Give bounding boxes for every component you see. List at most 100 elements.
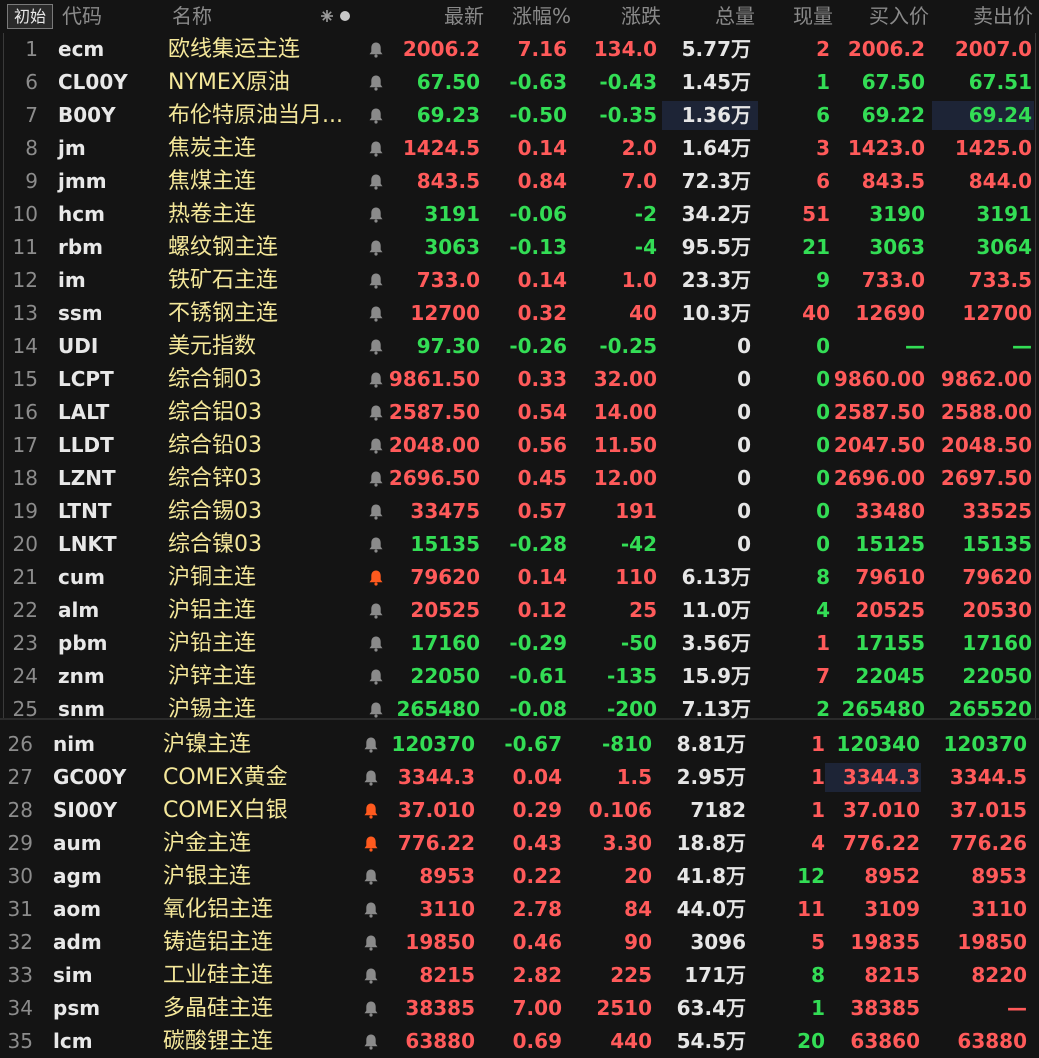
table-row[interactable]: 7 B00Y 布伦特原油当月... 69.23 -0.50 -0.35 1.36万 6 69.… bbox=[0, 99, 1039, 132]
alert-bell-icon[interactable] bbox=[368, 173, 384, 190]
table-row[interactable]: 29 aum 沪金主连 776.22 0.43 3.30 18.8万 4 776.22 776.… bbox=[0, 827, 1039, 860]
table-row[interactable]: 16 LALT 综合铝03 2587.50 0.54 14.00 0 0 2587.50 258… bbox=[0, 396, 1039, 429]
symbol-code: cum bbox=[58, 565, 105, 589]
table-row[interactable]: 31 aom 氧化铝主连 3110 2.78 84 44.0万 11 3109 3110 bbox=[0, 893, 1039, 926]
alert-bell-icon[interactable] bbox=[363, 967, 379, 984]
ask-price: 15135 bbox=[962, 532, 1032, 556]
change-value: 11.50 bbox=[593, 433, 657, 457]
table-row[interactable]: 27 GC00Y COMEX黄金 3344.3 0.04 1.5 2.95万 1 3344.3… bbox=[0, 761, 1039, 794]
ask-price: 12700 bbox=[962, 301, 1032, 325]
col-header-ask[interactable]: 卖出价 bbox=[973, 0, 1033, 33]
table-row[interactable]: 18 LZNT 综合锌03 2696.50 0.45 12.00 0 0 2696.00 269… bbox=[0, 462, 1039, 495]
alert-bell-icon[interactable] bbox=[368, 239, 384, 256]
alert-bell-active-icon[interactable] bbox=[363, 835, 379, 852]
last-price: 69.23 bbox=[416, 103, 480, 127]
table-row[interactable]: 19 LTNT 综合锡03 33475 0.57 191 0 0 33480 33525 bbox=[0, 495, 1039, 528]
alert-bell-icon[interactable] bbox=[368, 503, 384, 520]
alert-bell-icon[interactable] bbox=[363, 769, 379, 786]
symbol-name: 综合铜03 bbox=[168, 367, 262, 392]
alert-bell-icon[interactable] bbox=[368, 74, 384, 91]
alert-bell-icon[interactable] bbox=[363, 1000, 379, 1017]
current-volume: 2 bbox=[816, 697, 830, 721]
alert-bell-active-icon[interactable] bbox=[363, 802, 379, 819]
alert-bell-icon[interactable] bbox=[363, 901, 379, 918]
col-header-bid[interactable]: 买入价 bbox=[869, 0, 929, 33]
alert-bell-icon[interactable] bbox=[368, 140, 384, 157]
current-volume: 9 bbox=[816, 268, 830, 292]
table-row[interactable]: 14 UDI 美元指数 97.30 -0.26 -0.25 0 0 — — bbox=[0, 330, 1039, 363]
alert-bell-icon[interactable] bbox=[368, 404, 384, 421]
reset-columns-button[interactable]: 初始 bbox=[7, 4, 53, 29]
alert-bell-icon[interactable] bbox=[368, 41, 384, 58]
alert-bell-icon[interactable] bbox=[368, 536, 384, 553]
col-header-change[interactable]: 涨跌 bbox=[621, 0, 661, 33]
table-row[interactable]: 22 alm 沪铝主连 20525 0.12 25 11.0万 4 20525 20530 bbox=[0, 594, 1039, 627]
change-value: 32.00 bbox=[593, 367, 657, 391]
table-row[interactable]: 11 rbm 螺纹钢主连 3063 -0.13 -4 95.5万 21 3063 3064 bbox=[0, 231, 1039, 264]
table-row[interactable]: 12 im 铁矿石主连 733.0 0.14 1.0 23.3万 9 733.0 733.5 bbox=[0, 264, 1039, 297]
col-header-current-vol[interactable]: 现量 bbox=[793, 0, 833, 33]
symbol-code: psm bbox=[53, 996, 101, 1020]
table-row[interactable]: 33 sim 工业硅主连 8215 2.82 225 171万 8 8215 8220 bbox=[0, 959, 1039, 992]
alert-bell-icon[interactable] bbox=[368, 668, 384, 685]
ask-price: 733.5 bbox=[968, 268, 1032, 292]
table-row[interactable]: 32 adm 铸造铝主连 19850 0.46 90 3096 5 19835 19850 bbox=[0, 926, 1039, 959]
bid-price: 2006.2 bbox=[847, 37, 925, 61]
alert-bell-icon[interactable] bbox=[363, 868, 379, 885]
symbol-code: aum bbox=[53, 831, 102, 855]
alert-bell-icon[interactable] bbox=[368, 107, 384, 124]
table-row[interactable]: 25 snm 沪锡主连 265480 -0.08 -200 7.13万 2 265480 265… bbox=[0, 693, 1039, 726]
ask-price: 17160 bbox=[962, 631, 1032, 655]
column-settings-icon[interactable] bbox=[320, 6, 356, 26]
table-row[interactable]: 6 CL00Y NYMEX原油 67.50 -0.63 -0.43 1.45万 1 67.50… bbox=[0, 66, 1039, 99]
alert-bell-icon[interactable] bbox=[368, 272, 384, 289]
col-header-pct[interactable]: 涨幅% bbox=[512, 0, 571, 33]
change-value: 40 bbox=[629, 301, 657, 325]
change-value: 2510 bbox=[596, 996, 652, 1020]
table-row[interactable]: 20 LNKT 综合镍03 15135 -0.28 -42 0 0 15125 15135 bbox=[0, 528, 1039, 561]
table-row[interactable]: 10 hcm 热卷主连 3191 -0.06 -2 34.2万 51 3190 3191 bbox=[0, 198, 1039, 231]
col-header-volume[interactable]: 总量 bbox=[715, 0, 755, 33]
table-row[interactable]: 21 cum 沪铜主连 79620 0.14 110 6.13万 8 79610 79620 bbox=[0, 561, 1039, 594]
symbol-code: GC00Y bbox=[53, 765, 127, 789]
table-row[interactable]: 30 agm 沪银主连 8953 0.22 20 41.8万 12 8952 8953 bbox=[0, 860, 1039, 893]
table-row[interactable]: 35 lcm 碳酸锂主连 63880 0.69 440 54.5万 20 63860 63880 bbox=[0, 1025, 1039, 1058]
alert-bell-icon[interactable] bbox=[363, 736, 379, 753]
alert-bell-icon[interactable] bbox=[368, 206, 384, 223]
table-row[interactable]: 1 ecm 欧线集运主连 2006.2 7.16 134.0 5.77万 2 2006.2 20… bbox=[0, 33, 1039, 66]
symbol-code: jm bbox=[58, 136, 86, 160]
table-row[interactable]: 24 znm 沪锌主连 22050 -0.61 -135 15.9万 7 22045 22050 bbox=[0, 660, 1039, 693]
alert-bell-icon[interactable] bbox=[363, 1033, 379, 1050]
col-header-name[interactable]: 名称 bbox=[172, 0, 212, 33]
col-header-code[interactable]: 代码 bbox=[62, 0, 102, 33]
last-price: 20525 bbox=[410, 598, 480, 622]
alert-bell-icon[interactable] bbox=[368, 701, 384, 718]
alert-bell-icon[interactable] bbox=[368, 305, 384, 322]
table-row[interactable]: 13 ssm 不锈钢主连 12700 0.32 40 10.3万 40 12690 12700 bbox=[0, 297, 1039, 330]
current-volume: 8 bbox=[816, 565, 830, 589]
col-header-last[interactable]: 最新 bbox=[444, 0, 484, 33]
alert-bell-icon[interactable] bbox=[368, 371, 384, 388]
alert-bell-icon[interactable] bbox=[368, 602, 384, 619]
ask-price: 33525 bbox=[962, 499, 1032, 523]
table-row[interactable]: 9 jmm 焦煤主连 843.5 0.84 7.0 72.3万 6 843.5 844.0 bbox=[0, 165, 1039, 198]
table-row[interactable]: 26 nim 沪镍主连 120370 -0.67 -810 8.81万 1 120340 120… bbox=[0, 728, 1039, 761]
table-row[interactable]: 8 jm 焦炭主连 1424.5 0.14 2.0 1.64万 3 1423.0 1425.0 bbox=[0, 132, 1039, 165]
alert-bell-icon[interactable] bbox=[368, 437, 384, 454]
alert-bell-icon[interactable] bbox=[368, 338, 384, 355]
table-row[interactable]: 34 psm 多晶硅主连 38385 7.00 2510 63.4万 1 38385 — bbox=[0, 992, 1039, 1025]
change-value: -0.35 bbox=[599, 103, 657, 127]
table-row[interactable]: 23 pbm 沪铅主连 17160 -0.29 -50 3.56万 1 17155 17160 bbox=[0, 627, 1039, 660]
symbol-code: hcm bbox=[58, 202, 105, 226]
total-volume: 10.3万 bbox=[681, 301, 751, 325]
alert-bell-icon[interactable] bbox=[368, 635, 384, 652]
table-row[interactable]: 28 SI00Y COMEX白银 37.010 0.29 0.106 7182 1 37.01… bbox=[0, 794, 1039, 827]
change-percent: 0.32 bbox=[517, 301, 567, 325]
alert-bell-icon[interactable] bbox=[363, 934, 379, 951]
alert-bell-active-icon[interactable] bbox=[368, 569, 384, 586]
alert-bell-icon[interactable] bbox=[368, 470, 384, 487]
change-value: 134.0 bbox=[593, 37, 657, 61]
table-row[interactable]: 17 LLDT 综合铅03 2048.00 0.56 11.50 0 0 2047.50 204… bbox=[0, 429, 1039, 462]
symbol-code: B00Y bbox=[58, 103, 116, 127]
table-row[interactable]: 15 LCPT 综合铜03 9861.50 0.33 32.00 0 0 9860.00 986… bbox=[0, 363, 1039, 396]
